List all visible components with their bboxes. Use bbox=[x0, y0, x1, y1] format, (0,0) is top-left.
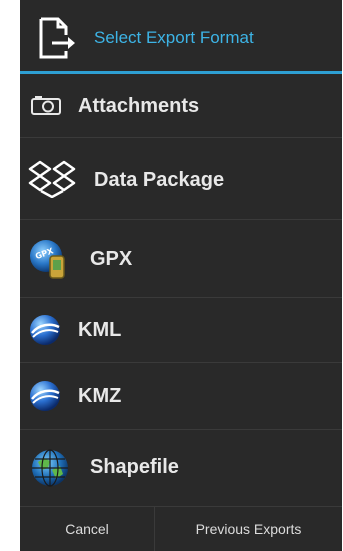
format-item-data-package[interactable]: Data Package bbox=[20, 138, 342, 220]
format-item-kml[interactable]: KML bbox=[20, 298, 342, 363]
dialog-title: Select Export Format bbox=[94, 28, 254, 47]
previous-exports-button[interactable]: Previous Exports bbox=[155, 507, 342, 551]
export-format-dialog: Select Export Format Attachments Data Pa… bbox=[20, 0, 342, 551]
globe-grid-icon bbox=[32, 449, 68, 487]
format-label: Data Package bbox=[94, 169, 225, 191]
format-label: KML bbox=[78, 319, 122, 341]
cancel-button[interactable]: Cancel bbox=[20, 507, 154, 551]
google-earth-icon bbox=[30, 381, 60, 411]
export-document-icon bbox=[39, 17, 75, 59]
google-earth-icon bbox=[30, 315, 60, 345]
format-item-attachments[interactable]: Attachments bbox=[20, 74, 342, 138]
gpx-device-icon: GPX bbox=[30, 240, 65, 279]
format-label: Attachments bbox=[78, 95, 200, 117]
format-item-kmz[interactable]: KMZ bbox=[20, 363, 342, 430]
format-label: KMZ bbox=[78, 385, 122, 407]
camera-icon bbox=[31, 96, 61, 115]
dialog-footer: Cancel Previous Exports bbox=[20, 506, 342, 551]
format-label: Shapefile bbox=[90, 456, 179, 478]
format-label: GPX bbox=[90, 248, 133, 270]
format-item-shapefile[interactable]: Shapefile bbox=[20, 430, 342, 505]
dropbox-box-icon bbox=[28, 160, 76, 198]
dialog-header: Select Export Format bbox=[20, 0, 342, 74]
format-item-gpx[interactable]: GPX GPX bbox=[20, 220, 342, 298]
